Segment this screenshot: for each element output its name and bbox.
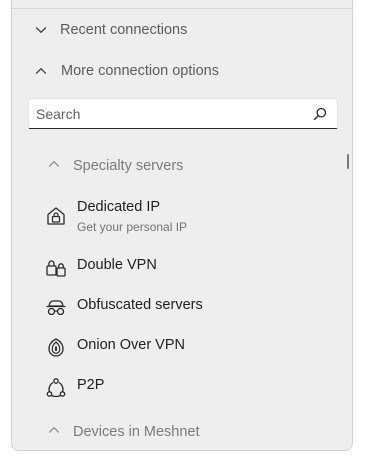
- scrollbar-thumb[interactable]: [347, 154, 349, 169]
- recent-connections-toggle[interactable]: Recent connections: [33, 22, 187, 38]
- item-label: Onion Over VPN: [77, 337, 185, 353]
- incognito-glasses-icon: [44, 296, 68, 320]
- specialty-item-obfuscated-servers[interactable]: Obfuscated servers: [44, 296, 203, 320]
- more-connection-options-toggle[interactable]: More connection options: [33, 63, 219, 79]
- item-label: Double VPN: [77, 257, 157, 273]
- specialty-servers-label: Specialty servers: [73, 158, 184, 174]
- onion-icon: [44, 336, 68, 360]
- p2p-network-icon: [44, 376, 68, 400]
- double-lock-icon: [44, 256, 68, 280]
- panel-divider: [11, 0, 353, 9]
- search-icon[interactable]: [313, 107, 327, 121]
- item-label: Obfuscated servers: [77, 297, 203, 313]
- house-lock-icon: [44, 204, 68, 228]
- specialty-item-onion-over-vpn[interactable]: Onion Over VPN: [44, 336, 185, 360]
- specialty-item-double-vpn[interactable]: Double VPN: [44, 256, 157, 280]
- devices-in-meshnet-label: Devices in Meshnet: [73, 424, 200, 440]
- recent-connections-label: Recent connections: [60, 22, 188, 38]
- chevron-up-icon: [48, 158, 60, 174]
- chevron-up-icon: [33, 63, 49, 79]
- item-label: Dedicated IP: [77, 199, 161, 215]
- item-sublabel: Get your personal IP: [77, 220, 188, 234]
- devices-in-meshnet-toggle[interactable]: Devices in Meshnet: [48, 424, 200, 440]
- specialty-item-dedicated-ip[interactable]: Dedicated IP Get your personal IP: [44, 198, 187, 235]
- chevron-up-icon: [48, 424, 60, 440]
- item-label: P2P: [77, 377, 105, 393]
- more-connection-options-label: More connection options: [61, 63, 219, 79]
- specialty-item-p2p[interactable]: P2P: [44, 376, 104, 400]
- search-input[interactable]: [36, 105, 306, 123]
- specialty-servers-toggle[interactable]: Specialty servers: [48, 158, 183, 174]
- search-box: [28, 98, 338, 129]
- chevron-down-icon: [33, 22, 49, 38]
